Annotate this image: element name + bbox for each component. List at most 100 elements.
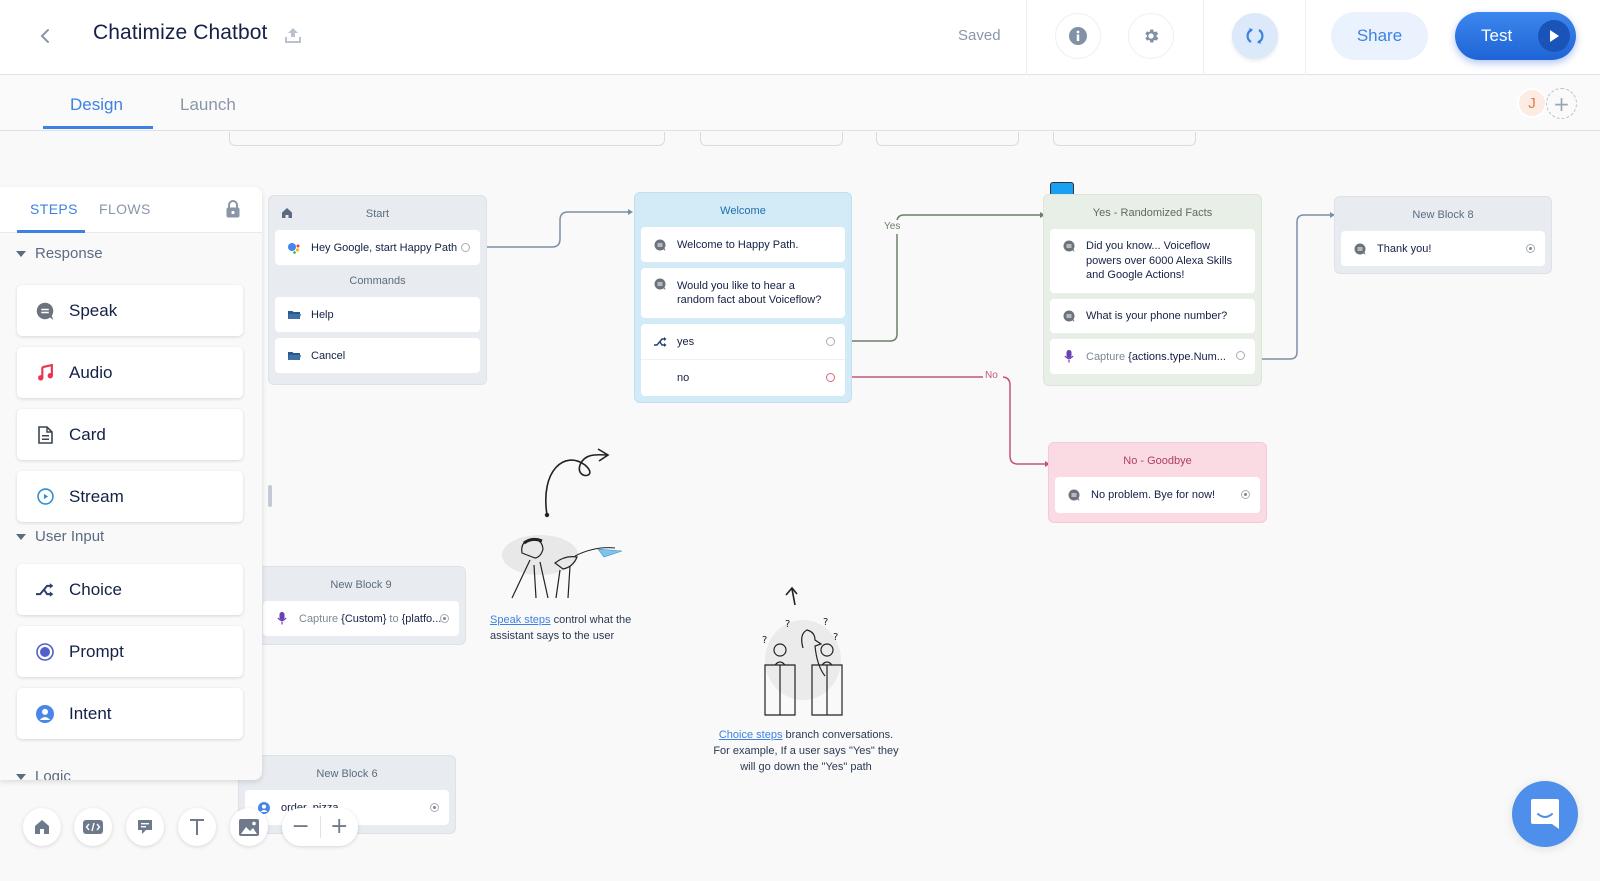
music-note-icon xyxy=(35,363,55,383)
text-button[interactable] xyxy=(178,808,216,846)
speak-text: What is your phone number? xyxy=(1086,310,1228,322)
section-user-input[interactable]: User Input xyxy=(16,528,104,545)
speak-step[interactable]: What is your phone number? xyxy=(1050,299,1255,333)
block-title: New Block 8 xyxy=(1412,209,1474,221)
connection-yes xyxy=(845,214,1042,342)
output-port[interactable] xyxy=(826,373,835,382)
sidebar-tab-flows[interactable]: FLOWS xyxy=(99,201,151,217)
step-card[interactable]: Card xyxy=(17,409,243,460)
block-new-block-9[interactable]: New Block 9 Capture {Custom} to {platfo.… xyxy=(256,566,466,645)
sidebar-tab-steps[interactable]: STEPS xyxy=(30,201,78,217)
section-title: Response xyxy=(35,245,103,262)
choice-steps-link[interactable]: Choice steps xyxy=(719,729,783,741)
command-step[interactable]: Help xyxy=(275,297,480,332)
section-title: Logic xyxy=(35,768,71,780)
stream-play-icon xyxy=(35,487,55,507)
section-response[interactable]: Response xyxy=(16,245,103,262)
capture-prefix: Capture xyxy=(299,612,339,625)
capture-variable: {actions.type.Num... xyxy=(1128,350,1226,363)
choice-option[interactable]: yes xyxy=(641,324,845,360)
output-port[interactable] xyxy=(1236,351,1245,360)
chat-icon xyxy=(1531,799,1559,829)
connection-start-welcome xyxy=(478,211,630,248)
folder-icon xyxy=(287,310,301,320)
speak-steps-link[interactable]: Speak steps xyxy=(490,614,551,626)
lock-icon xyxy=(226,200,240,218)
block-title: Start xyxy=(365,208,390,220)
capture-step[interactable]: Capture {Custom} to {platfo... xyxy=(263,601,459,636)
step-label: Speak xyxy=(69,300,118,320)
output-port[interactable] xyxy=(440,614,449,623)
block-welcome[interactable]: Welcome Welcome to Happy Path. Would you… xyxy=(634,192,852,403)
tip-text: assistant says to the user xyxy=(490,630,615,642)
choice-step[interactable]: yes no xyxy=(641,324,845,396)
block-new-block-8[interactable]: New Block 8 Thank you! xyxy=(1334,196,1552,274)
tip-text: control what the xyxy=(550,614,632,626)
block-title: No - Goodbye xyxy=(1123,455,1192,467)
prompt-radio-icon xyxy=(35,642,55,662)
command-label: Help xyxy=(311,308,334,321)
speak-step[interactable]: No problem. Bye for now! xyxy=(1055,477,1260,513)
section-logic[interactable]: Logic xyxy=(16,768,71,780)
speak-icon xyxy=(653,239,667,251)
comment-button[interactable] xyxy=(126,808,164,846)
invocation-text: Hey Google, start Happy Path xyxy=(311,241,458,254)
text-icon xyxy=(190,819,204,835)
speak-icon xyxy=(35,301,55,321)
chat-support-button[interactable] xyxy=(1512,781,1578,847)
output-port[interactable] xyxy=(1526,244,1535,253)
zoom-out-button[interactable]: − xyxy=(282,808,320,846)
step-audio[interactable]: Audio xyxy=(17,347,243,398)
step-choice[interactable]: Choice xyxy=(17,564,243,615)
speak-step[interactable]: Thank you! xyxy=(1341,231,1545,266)
speak-step[interactable]: Would you like to hear a random fact abo… xyxy=(641,268,845,318)
speak-step[interactable]: Did you know... Voiceflow powers over 60… xyxy=(1050,229,1255,293)
image-button[interactable] xyxy=(230,808,268,846)
speak-step[interactable]: Welcome to Happy Path. xyxy=(641,227,845,262)
output-port[interactable] xyxy=(430,803,439,812)
speak-text: Would you like to hear a random fact abo… xyxy=(677,280,822,306)
command-label: Cancel xyxy=(311,349,346,362)
choice-branch-icon xyxy=(35,580,55,600)
block-no-goodbye[interactable]: No - Goodbye No problem. Bye for now! xyxy=(1048,442,1267,523)
zoom-in-button[interactable]: + xyxy=(321,808,359,846)
caret-down-icon xyxy=(16,773,26,780)
block-yes-randomized-facts[interactable]: Yes - Randomized Facts Did you know... V… xyxy=(1043,194,1262,386)
capture-step[interactable]: Capture {actions.type.Num... xyxy=(1050,339,1255,374)
step-speak[interactable]: Speak xyxy=(17,285,243,336)
output-port[interactable] xyxy=(826,337,835,346)
svg-text:?: ? xyxy=(785,619,790,630)
step-intent[interactable]: Intent xyxy=(17,688,243,739)
invocation-step[interactable]: Hey Google, start Happy Path xyxy=(275,230,480,265)
block-title: New Block 6 xyxy=(316,768,378,780)
home-button[interactable] xyxy=(23,808,61,846)
step-label: Intent xyxy=(69,703,112,723)
block-title: New Block 9 xyxy=(330,579,392,591)
code-icon xyxy=(83,820,103,834)
step-stream[interactable]: Stream xyxy=(17,471,243,522)
connection-no xyxy=(845,376,1047,465)
speak-text: Did you know... Voiceflow powers over 60… xyxy=(1086,240,1233,282)
svg-text:?: ? xyxy=(833,632,838,643)
code-button[interactable] xyxy=(74,808,112,846)
choice-option[interactable]: no xyxy=(641,360,845,396)
block-title: Welcome xyxy=(720,205,766,217)
output-port[interactable] xyxy=(461,243,470,252)
step-prompt[interactable]: Prompt xyxy=(17,626,243,677)
speak-illustration xyxy=(502,535,623,599)
image-icon xyxy=(239,818,259,836)
lock-button[interactable] xyxy=(226,200,240,222)
output-port[interactable] xyxy=(1241,490,1250,499)
step-label: Stream xyxy=(69,486,124,506)
choice-illustration: ? ? ? ? xyxy=(762,617,843,716)
block-start[interactable]: Start Hey Google, start Happy Path Comma… xyxy=(268,195,487,385)
tip-text: branch conversations. xyxy=(782,729,894,741)
sidebar-resize-handle[interactable] xyxy=(268,485,272,507)
command-step[interactable]: Cancel xyxy=(275,338,480,373)
active-tab-indicator xyxy=(17,230,85,233)
speak-icon xyxy=(1067,489,1081,501)
speak-text: Welcome to Happy Path. xyxy=(677,238,799,251)
svg-text:?: ? xyxy=(762,635,767,646)
connection-label-yes: Yes xyxy=(884,221,901,232)
choice-label: no xyxy=(677,372,690,384)
